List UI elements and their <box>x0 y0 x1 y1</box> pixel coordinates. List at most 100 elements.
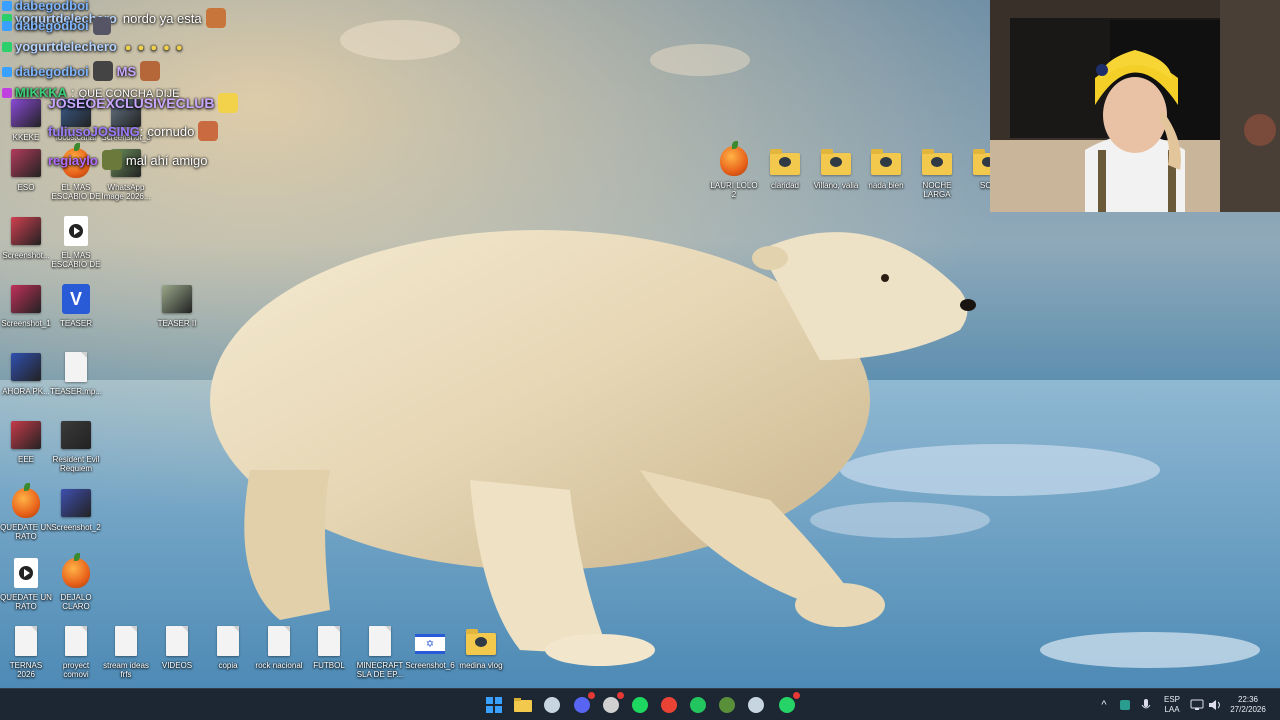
capcut-icon[interactable] <box>688 695 708 715</box>
image-thumbnail-icon <box>11 418 41 452</box>
fl-studio-project-icon <box>61 553 91 590</box>
chat-username: JOSEOEXCLUSIVECLUB <box>48 95 215 111</box>
desktop-icon-label: stream ideas frfs <box>103 661 149 679</box>
desktop-icon[interactable]: AHORA PK... <box>0 350 52 396</box>
chat-message: regiaylo mal ahí amigo <box>48 150 208 170</box>
desktop-icon-label: TEASER <box>59 319 92 328</box>
clock-time: 22:36 <box>1237 695 1259 704</box>
desktop-icon[interactable]: copia <box>202 624 254 670</box>
document-icon <box>111 624 141 658</box>
chat-username: yogurtdelechero <box>15 39 117 54</box>
desktop-icon-label: QUEDATE UN RATO <box>0 523 52 541</box>
document-icon <box>264 624 294 658</box>
desktop-icon[interactable]: proyect comovi <box>50 624 102 679</box>
steam-icon[interactable] <box>542 695 562 715</box>
tray-overflow-chevron-icon[interactable]: ^ <box>1098 689 1110 720</box>
steam-icon-2[interactable] <box>746 695 766 715</box>
desktop-icon[interactable]: nada bien <box>860 144 912 190</box>
folder-icon <box>871 144 901 178</box>
desktop-icon[interactable]: TEASER.mp... <box>50 350 102 396</box>
desktop-icon[interactable]: Screenshot_1 <box>0 282 52 328</box>
document-icon <box>365 624 395 658</box>
desktop-icon[interactable]: Screenshot... <box>0 214 52 260</box>
desktop-icon[interactable]: ✡ Screenshot_6 <box>404 624 456 670</box>
desktop-icon[interactable]: V TEASER <box>50 282 102 328</box>
fl-studio-project-icon <box>719 141 749 178</box>
folder-icon <box>770 144 800 178</box>
desktop-icon[interactable]: QUEDATE UN RATO <box>0 556 52 611</box>
video-file-icon <box>61 214 91 248</box>
desktop-icon-label: EEE <box>17 455 34 464</box>
language-code: ESP <box>1163 695 1180 704</box>
document-icon <box>162 624 192 658</box>
desktop-icon-label: TERNAS 2026 <box>9 661 43 679</box>
tray-mic-icon[interactable] <box>1140 689 1152 720</box>
desktop-icon-label: FUTBOL <box>313 661 345 670</box>
system-clock[interactable]: 22:36 27/2/2026 <box>1226 689 1270 720</box>
chat-message: dabegodboi <box>2 17 111 35</box>
desktop-icon-label: Screenshot... <box>2 251 50 260</box>
chat-username: dabegodboi <box>15 18 89 33</box>
desktop-icon[interactable]: TERNAS 2026 <box>0 624 52 679</box>
desktop-icon-label: QUEDATE UN RATO <box>0 593 52 611</box>
chat-message: dabegodboi MS <box>2 61 161 81</box>
notification-badge <box>792 691 801 700</box>
volume-icon[interactable] <box>1208 689 1222 720</box>
desktop-icon[interactable]: Screenshot_2 <box>50 486 102 532</box>
chrome-icon[interactable] <box>659 695 679 715</box>
chat-message: JOSEOEXCLUSIVECLUB <box>48 93 239 113</box>
desktop-icon[interactable]: claridad <box>759 144 811 190</box>
desktop-icon[interactable]: Resident Evil Requiem <box>50 418 102 473</box>
file-explorer-icon[interactable] <box>513 695 533 715</box>
desktop-icon-label: DEJALO CLARO <box>60 593 92 611</box>
desktop-icon[interactable]: DEJALO CLARO <box>50 553 102 611</box>
obs-icon[interactable] <box>601 691 625 715</box>
network-icon[interactable] <box>1190 689 1204 720</box>
emote-icon <box>92 17 111 35</box>
chat-text: cornudo <box>147 124 195 139</box>
image-thumbnail-icon: ✡ <box>415 624 445 658</box>
desktop-icon[interactable]: TEASER II <box>151 282 203 328</box>
desktop-icon[interactable]: QUEDATE UN RATO <box>0 483 52 541</box>
spotify-icon[interactable] <box>630 695 650 715</box>
desktop-icon[interactable]: Villano, valia <box>810 144 862 190</box>
desktop-icon-label: rock nacional <box>255 661 303 670</box>
emote-icon <box>92 61 113 81</box>
fl-studio-project-icon <box>11 483 41 520</box>
stream-chat-overlay: dabegodboi yogurtdelechero nordo ya esta … <box>0 0 300 175</box>
desktop-icon-label: Screenshot_2 <box>51 523 101 532</box>
desktop-icon[interactable]: rock nacional <box>253 624 305 670</box>
minecraft-icon[interactable] <box>717 695 737 715</box>
emote-icon <box>205 8 226 28</box>
desktop-icon[interactable]: FUTBOL <box>303 624 355 670</box>
desktop-icon[interactable]: stream ideas frfs <box>100 624 152 679</box>
document-icon <box>61 350 91 384</box>
desktop-icon[interactable]: LAURI LOLO 2 <box>708 141 760 199</box>
document-icon <box>314 624 344 658</box>
chat-username: dabegodboi <box>15 64 89 79</box>
whatsapp-icon[interactable] <box>777 691 801 715</box>
desktop-icon[interactable]: EEE <box>0 418 52 464</box>
desktop-icon[interactable]: NOCHE LARGA <box>911 144 963 199</box>
desktop-icon-label: ESO <box>17 183 35 192</box>
tray-shield-icon[interactable] <box>1118 689 1132 720</box>
chat-text: nordo ya esta <box>122 11 202 26</box>
image-thumbnail-icon <box>162 282 192 316</box>
discord-icon[interactable] <box>572 691 596 715</box>
desktop-icon[interactable]: MINECRAFT SLA DE EP... <box>354 624 406 679</box>
keyboard-layout: LAA <box>1164 705 1180 714</box>
chat-message: fuliusoJOSING: cornudo <box>48 121 219 141</box>
desktop-icon[interactable]: EL MAS ESCABIO DE <box>50 214 102 269</box>
windows-taskbar: ^ ESP LAA 22:36 27/2/2026 <box>0 688 1280 720</box>
desktop-icon[interactable]: VIDEOS <box>151 624 203 670</box>
desktop-icon[interactable]: medina vlog <box>455 624 507 670</box>
folder-icon <box>922 144 952 178</box>
chat-username: regiaylo <box>48 153 98 168</box>
start-icon[interactable] <box>484 695 504 715</box>
desktop-icon-label: VIDEOS <box>161 661 193 670</box>
desktop-icon-label: proyect comovi <box>62 661 90 679</box>
emote-icon <box>140 61 161 81</box>
desktop-icon-label: nada bien <box>868 181 904 190</box>
language-indicator[interactable]: ESP LAA <box>1160 689 1184 720</box>
emote-icon <box>101 150 122 170</box>
